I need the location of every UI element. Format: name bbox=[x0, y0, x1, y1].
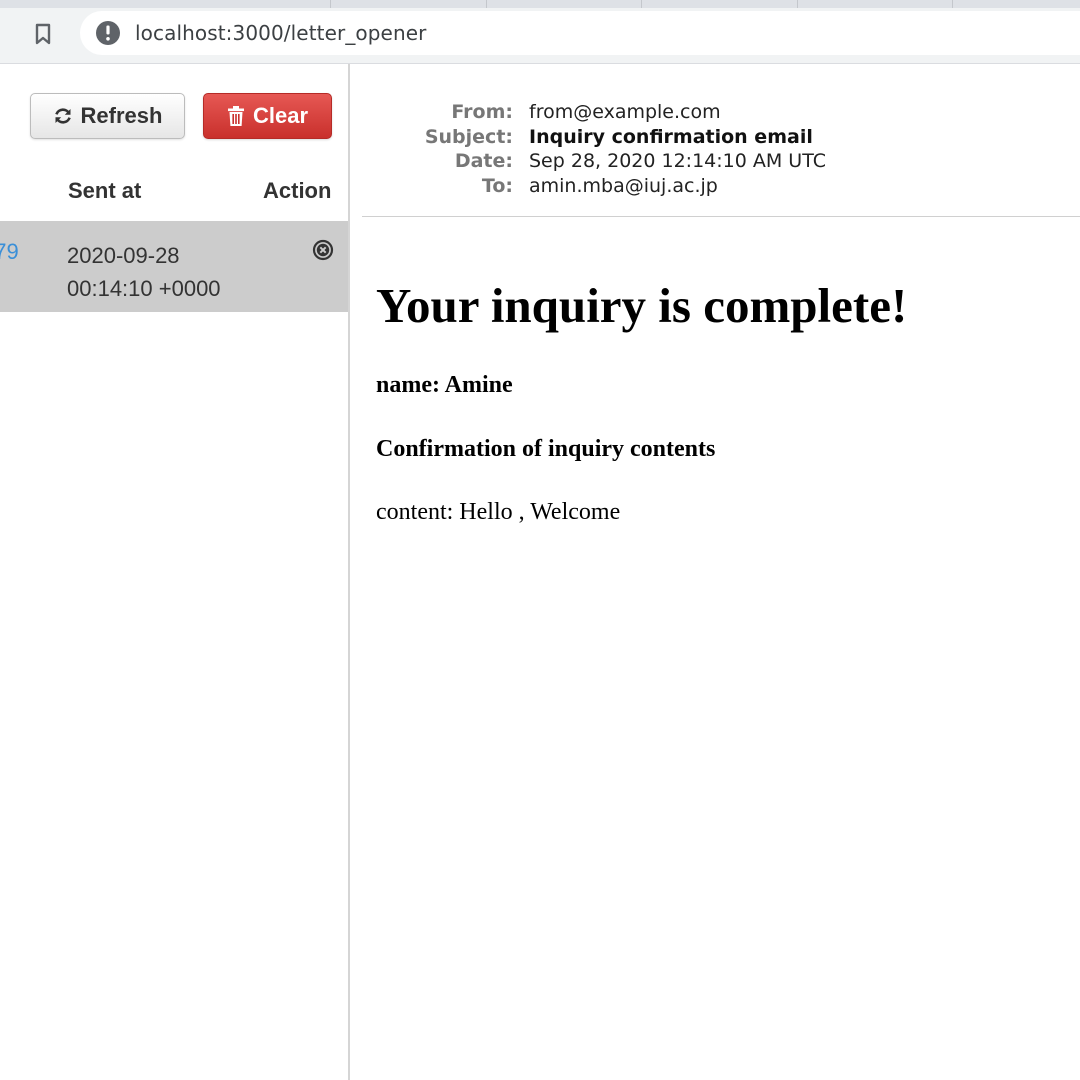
email-heading: Your inquiry is complete! bbox=[376, 278, 908, 333]
tab-separator bbox=[330, 0, 331, 8]
tab-strip bbox=[0, 0, 1080, 8]
header-date: Date: Sep 28, 2020 12:14:10 AM UTC bbox=[350, 149, 1080, 174]
header-subject: Subject: Inquiry confirmation email bbox=[350, 125, 1080, 150]
tab-separator bbox=[486, 0, 487, 8]
close-circle-icon[interactable] bbox=[312, 239, 334, 261]
sent-at-time: 00:14:10 +0000 bbox=[67, 276, 221, 301]
email-preview: From: from@example.com Subject: Inquiry … bbox=[350, 64, 1080, 1080]
header-label: To: bbox=[481, 174, 513, 197]
sent-at-date: 2020-09-28 bbox=[67, 243, 180, 268]
bookmark-button[interactable] bbox=[22, 16, 64, 52]
message-id-link[interactable]: 379 bbox=[0, 239, 19, 265]
message-list-panel: Refresh Clear Sent at Action 379 2020-09… bbox=[0, 64, 350, 1080]
clear-label: Clear bbox=[252, 103, 309, 128]
trash-icon bbox=[227, 105, 245, 127]
header-divider bbox=[362, 216, 1080, 217]
header-to: To: amin.mba@iuj.ac.jp bbox=[350, 174, 1080, 199]
message-sent-at: 2020-09-28 00:14:10 +0000 bbox=[67, 239, 221, 305]
tab-separator bbox=[952, 0, 953, 8]
header-value: from@example.com bbox=[529, 101, 721, 123]
refresh-label: Refresh bbox=[80, 103, 163, 128]
name-line: name: Amine bbox=[376, 372, 513, 398]
tab-separator bbox=[797, 0, 798, 8]
header-label: From: bbox=[451, 101, 513, 123]
url-text[interactable]: localhost:3000/letter_opener bbox=[135, 21, 426, 45]
bookmark-icon bbox=[35, 23, 51, 45]
clear-button[interactable]: Clear bbox=[203, 93, 332, 139]
header-label: Subject: bbox=[424, 125, 513, 148]
refresh-icon bbox=[53, 106, 73, 126]
email-body: Your inquiry is complete! name: Amine Co… bbox=[376, 276, 908, 525]
browser-toolbar: localhost:3000/letter_opener bbox=[0, 0, 1080, 64]
confirm-heading: Confirmation of inquiry contents bbox=[376, 436, 716, 462]
tab-separator bbox=[641, 0, 642, 8]
refresh-button[interactable]: Refresh bbox=[30, 93, 185, 139]
header-label: Date: bbox=[454, 150, 513, 172]
header-value: Sep 28, 2020 12:14:10 AM UTC bbox=[529, 150, 826, 172]
info-icon[interactable] bbox=[95, 20, 121, 46]
address-bar[interactable]: localhost:3000/letter_opener bbox=[80, 11, 1080, 55]
column-header-sent-at[interactable]: Sent at bbox=[68, 178, 141, 204]
message-row[interactable]: 379 2020-09-28 00:14:10 +0000 bbox=[0, 221, 348, 312]
header-from: From: from@example.com bbox=[350, 100, 1080, 125]
content-line: content: Hello , Welcome bbox=[376, 499, 621, 525]
header-value: Inquiry confirmation email bbox=[529, 125, 813, 148]
header-value: amin.mba@iuj.ac.jp bbox=[529, 174, 718, 197]
column-header-action: Action bbox=[263, 178, 332, 203]
email-headers: From: from@example.com Subject: Inquiry … bbox=[350, 100, 1080, 198]
